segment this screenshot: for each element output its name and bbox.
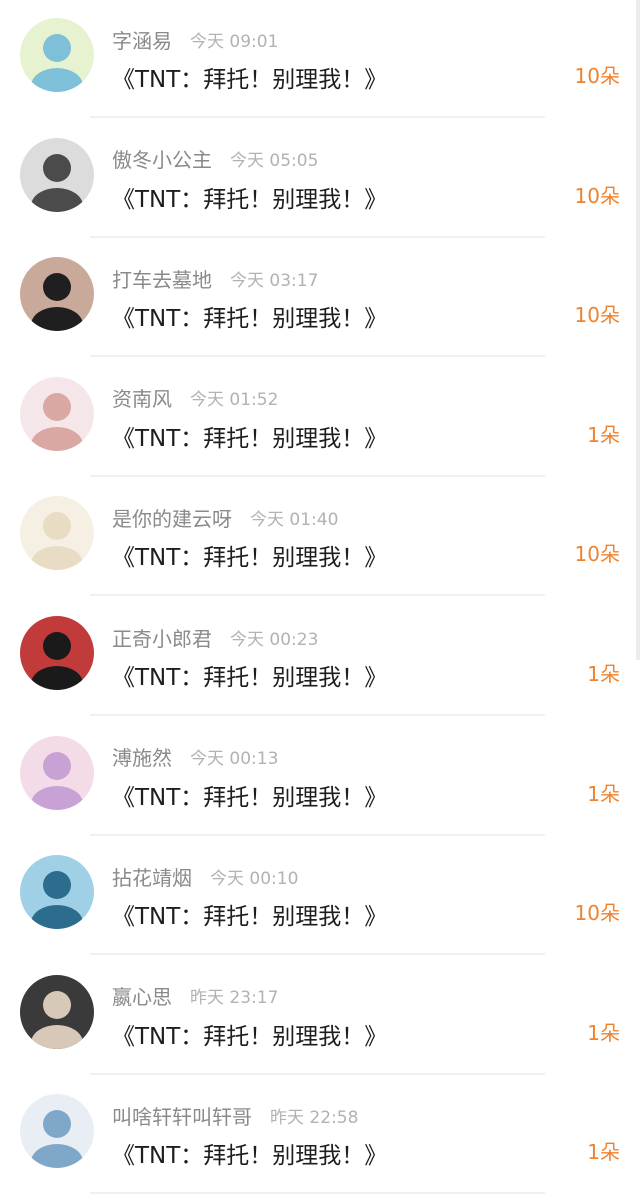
item-meta: 傲冬小公主 今天 05:05 — [112, 144, 318, 174]
divider — [90, 355, 545, 358]
item-meta: 嬴心思 昨天 23:17 — [112, 981, 278, 1011]
divider — [90, 953, 545, 956]
divider — [90, 1072, 545, 1075]
item-title: 《TNT：拜托！别理我！》 — [112, 186, 388, 213]
avatar-image-icon — [20, 496, 94, 571]
user-name[interactable]: 正奇小郎君 — [112, 623, 212, 652]
timestamp: 今天 03:17 — [230, 270, 319, 291]
item-title: 《TNT：拜托！别理我！》 — [112, 306, 388, 333]
item-title: 《TNT：拜托！别理我！》 — [112, 1143, 388, 1170]
flower-amount: 1朵 — [587, 1020, 620, 1045]
avatar[interactable] — [20, 137, 94, 212]
item-title: 《TNT：拜托！别理我！》 — [112, 1023, 388, 1050]
timestamp: 今天 00:23 — [230, 629, 319, 650]
divider — [90, 833, 545, 836]
item-meta: 是你的建云呀 今天 01:40 — [112, 502, 338, 532]
list-item[interactable]: 资南风 今天 01:52 《TNT：拜托！别理我！》 1朵 — [0, 358, 640, 479]
avatar-image-icon — [20, 974, 94, 1049]
avatar[interactable] — [20, 974, 94, 1049]
user-name[interactable]: 叫啥轩轩叫轩哥 — [112, 1101, 252, 1130]
list-item[interactable]: 打车去墓地 今天 03:17 《TNT：拜托！别理我！》 10朵 — [0, 239, 640, 359]
timestamp: 今天 00:13 — [190, 749, 279, 770]
divider — [90, 714, 545, 716]
timestamp: 今天 09:01 — [190, 31, 279, 52]
timestamp: 今天 05:05 — [230, 151, 319, 172]
user-name[interactable]: 拈花靖烟 — [112, 862, 192, 891]
flower-amount: 1朵 — [587, 781, 620, 806]
scrollbar[interactable] — [636, 0, 640, 660]
avatar-image-icon — [20, 137, 94, 212]
avatar-image-icon — [20, 18, 94, 92]
divider — [90, 235, 545, 238]
item-meta: 资南风 今天 01:52 — [112, 383, 278, 413]
flower-amount: 10朵 — [574, 64, 620, 88]
divider — [90, 1192, 545, 1195]
timestamp: 今天 01:52 — [190, 390, 279, 411]
list-item[interactable]: 嬴心思 昨天 23:17 《TNT：拜托！别理我！》 1朵 — [0, 956, 640, 1077]
flower-amount: 1朵 — [587, 1140, 620, 1165]
flower-amount: 1朵 — [587, 662, 620, 686]
item-meta: 溥施然 今天 00:13 — [112, 742, 278, 772]
divider — [90, 594, 545, 597]
list-item[interactable]: 字涵易 今天 09:01 《TNT：拜托！别理我！》 10朵 — [0, 0, 640, 120]
avatar[interactable] — [20, 735, 94, 810]
item-meta: 打车去墓地 今天 03:17 — [112, 263, 318, 293]
list-item[interactable]: 拈花靖烟 今天 00:10 《TNT：拜托！别理我！》 10朵 — [0, 837, 640, 957]
user-name[interactable]: 嬴心思 — [112, 981, 172, 1010]
avatar-image-icon — [20, 735, 94, 810]
avatar-image-icon — [20, 257, 94, 332]
list-item[interactable]: 正奇小郎君 今天 00:23 《TNT：拜托！别理我！》 1朵 — [0, 598, 640, 718]
avatar[interactable] — [20, 855, 94, 930]
item-meta: 正奇小郎君 今天 00:23 — [112, 622, 318, 652]
avatar-image-icon — [20, 1094, 94, 1169]
user-name[interactable]: 打车去墓地 — [112, 264, 212, 293]
flower-amount: 10朵 — [574, 901, 620, 926]
timestamp: 昨天 23:17 — [190, 988, 279, 1009]
user-name[interactable]: 资南风 — [112, 383, 172, 412]
item-title: 《TNT：拜托！别理我！》 — [112, 425, 388, 452]
avatar-image-icon — [20, 376, 94, 451]
item-meta: 拈花靖烟 今天 00:10 — [112, 861, 298, 891]
item-meta: 字涵易 今天 09:01 — [112, 24, 278, 54]
divider — [90, 116, 545, 118]
user-name[interactable]: 字涵易 — [112, 25, 172, 54]
list-item[interactable]: 是你的建云呀 今天 01:40 《TNT：拜托！别理我！》 10朵 — [0, 478, 640, 598]
avatar[interactable] — [20, 496, 94, 571]
flower-amount: 10朵 — [574, 303, 620, 328]
avatar[interactable] — [20, 18, 94, 92]
item-meta: 叫啥轩轩叫轩哥 昨天 22:58 — [112, 1100, 358, 1130]
user-name[interactable]: 溥施然 — [112, 742, 172, 771]
item-title: 《TNT：拜托！别理我！》 — [112, 545, 388, 572]
flower-amount: 10朵 — [574, 183, 620, 208]
list-item[interactable]: 傲冬小公主 今天 05:05 《TNT：拜托！别理我！》 10朵 — [0, 119, 640, 240]
timestamp: 昨天 22:58 — [270, 1107, 359, 1128]
avatar-image-icon — [20, 616, 94, 690]
item-title: 《TNT：拜托！别理我！》 — [112, 904, 388, 931]
user-name[interactable]: 是你的建云呀 — [112, 503, 232, 532]
divider — [90, 474, 545, 477]
timestamp: 今天 01:40 — [250, 509, 339, 530]
flower-amount: 10朵 — [574, 542, 620, 567]
avatar[interactable] — [20, 616, 94, 690]
timestamp: 今天 00:10 — [210, 868, 299, 889]
gift-record-list[interactable]: 字涵易 今天 09:01 《TNT：拜托！别理我！》 10朵 傲冬小公主 今天 … — [0, 0, 640, 1198]
user-name[interactable]: 傲冬小公主 — [112, 144, 212, 173]
list-item[interactable]: 溥施然 今天 00:13 《TNT：拜托！别理我！》 1朵 — [0, 717, 640, 838]
avatar-image-icon — [20, 855, 94, 930]
list-item[interactable]: 叫啥轩轩叫轩哥 昨天 22:58 《TNT：拜托！别理我！》 1朵 — [0, 1076, 640, 1196]
avatar[interactable] — [20, 376, 94, 451]
item-title: 《TNT：拜托！别理我！》 — [112, 784, 388, 811]
item-title: 《TNT：拜托！别理我！》 — [112, 665, 388, 691]
flower-amount: 1朵 — [587, 422, 620, 447]
avatar[interactable] — [20, 257, 94, 332]
avatar[interactable] — [20, 1094, 94, 1169]
item-title: 《TNT：拜托！别理我！》 — [112, 67, 388, 93]
